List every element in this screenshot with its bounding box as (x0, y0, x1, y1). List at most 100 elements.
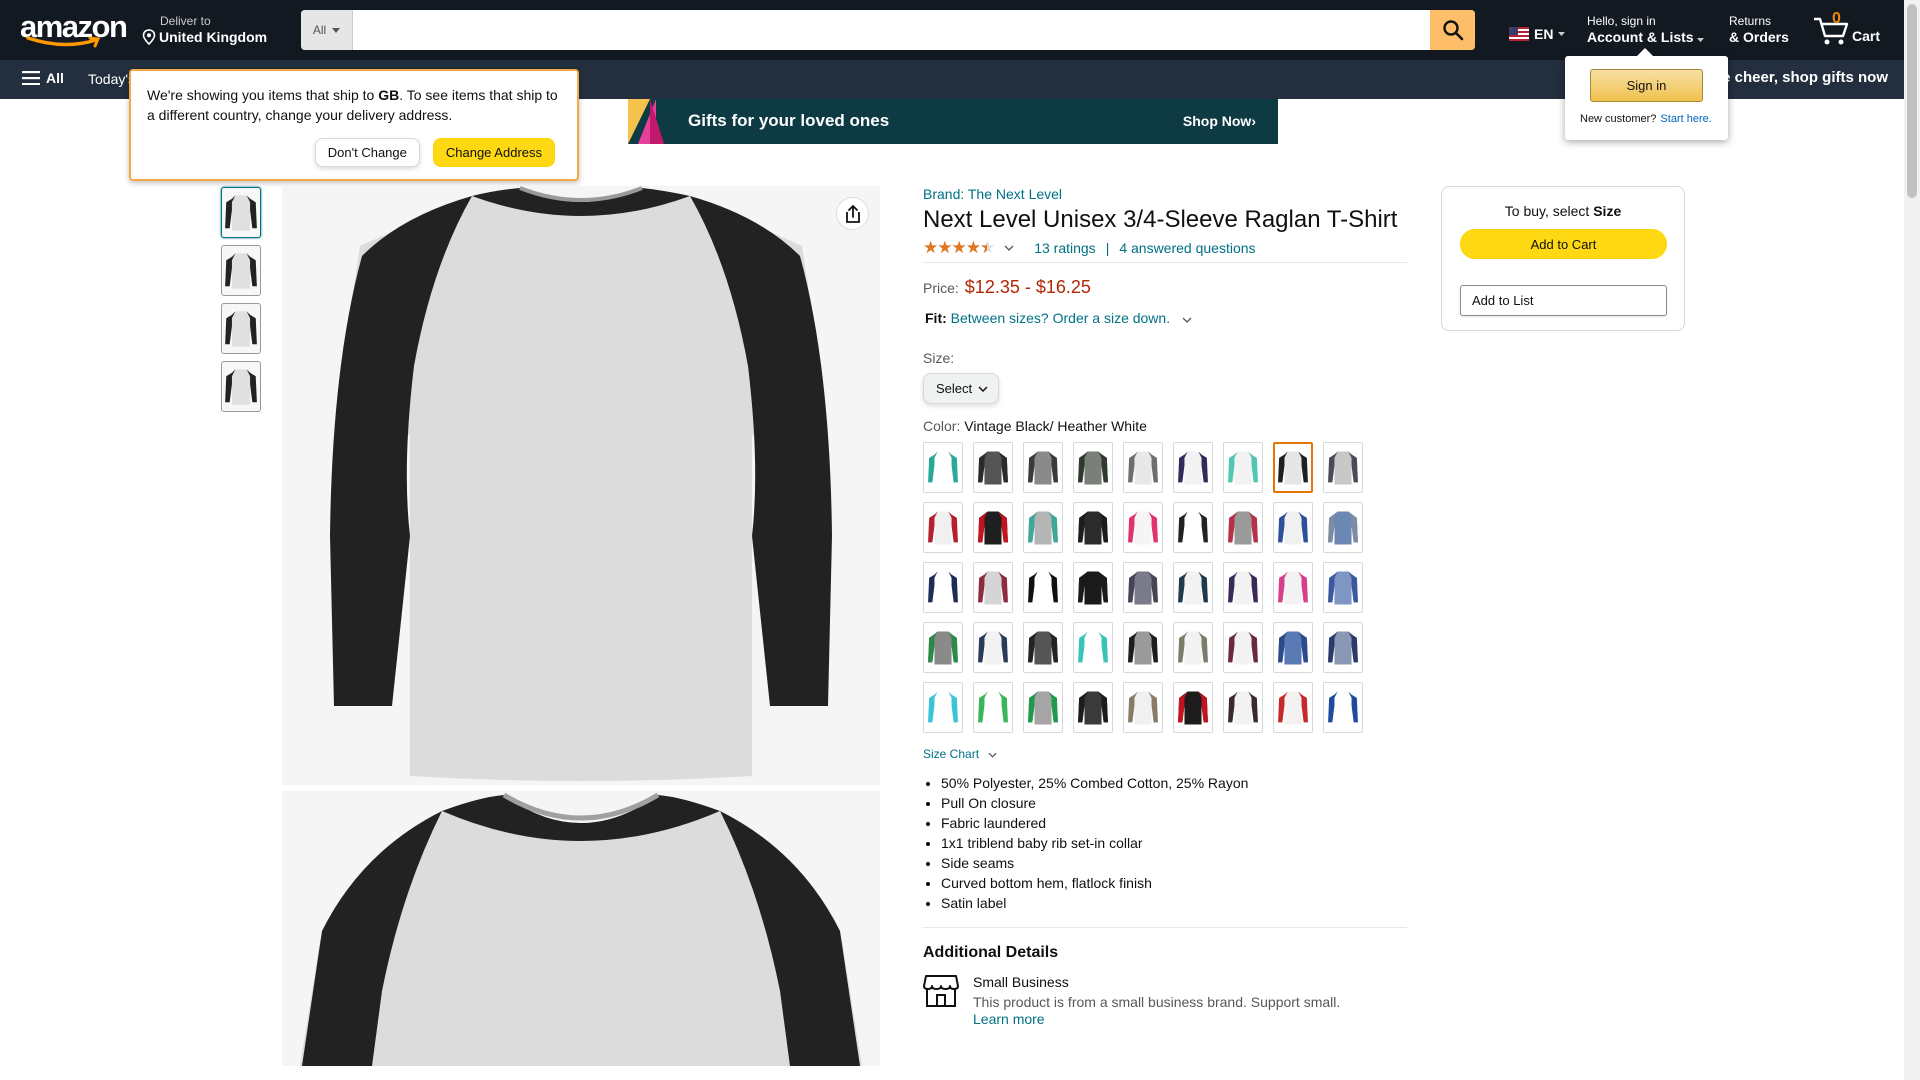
shirt-swatch-icon (1328, 510, 1358, 545)
share-button[interactable] (836, 197, 869, 230)
color-swatch[interactable] (1323, 562, 1363, 613)
color-swatch[interactable] (1173, 622, 1213, 673)
color-swatch[interactable] (973, 682, 1013, 733)
color-swatch[interactable] (1123, 502, 1163, 553)
scrollbar-thumb[interactable] (1907, 4, 1917, 198)
shirt-swatch-icon (1078, 570, 1108, 605)
nav-promo-link[interactable]: e cheer, shop gifts now (1722, 69, 1888, 86)
account-label: Account & Lists (1587, 29, 1694, 45)
color-swatch[interactable] (1273, 502, 1313, 553)
thumbnail[interactable] (221, 187, 261, 238)
caret-down-icon (332, 27, 341, 33)
thumbnail[interactable] (221, 245, 261, 296)
color-swatch[interactable] (1123, 442, 1163, 493)
color-swatch[interactable] (973, 502, 1013, 553)
divider (923, 927, 1407, 928)
search-input[interactable] (353, 10, 1430, 50)
deliver-to[interactable]: Deliver to United Kingdom (142, 14, 267, 46)
cart-label: Cart (1852, 28, 1881, 44)
secondary-product-image[interactable] (282, 791, 880, 1066)
feature-bullets: 50% Polyester, 25% Combed Cotton, 25% Ra… (923, 773, 1407, 913)
search-button[interactable] (1430, 10, 1475, 50)
promo-banner[interactable]: Gifts for your loved ones Shop Now› (628, 99, 1278, 144)
thumbnail[interactable] (221, 303, 261, 354)
color-swatch[interactable] (923, 442, 963, 493)
price-value: $12.35 - $16.25 (964, 277, 1091, 297)
color-swatch[interactable] (1073, 562, 1113, 613)
color-swatch[interactable] (1173, 682, 1213, 733)
popover-message: We're showing you items that ship to GB.… (147, 85, 561, 125)
signin-button[interactable]: Sign in (1590, 69, 1703, 102)
color-swatch[interactable] (1123, 562, 1163, 613)
color-swatch[interactable] (923, 562, 963, 613)
add-to-list-button[interactable]: Add to List (1460, 285, 1667, 316)
small-business-badge: Small Business This product is from a sm… (923, 974, 1407, 1027)
color-swatch[interactable] (1273, 622, 1313, 673)
color-swatch[interactable] (1323, 442, 1363, 493)
all-menu-button[interactable]: All (22, 70, 64, 86)
main-product-image[interactable] (282, 186, 880, 785)
color-swatch[interactable] (1173, 562, 1213, 613)
color-swatch[interactable] (923, 622, 963, 673)
size-chart-link[interactable]: Size Chart (923, 747, 1407, 761)
shirt-swatch-icon (1278, 570, 1308, 605)
fit-recommendation-link[interactable]: Between sizes? Order a size down. (951, 310, 1170, 326)
color-swatch[interactable] (1073, 622, 1113, 673)
color-swatch[interactable] (1023, 682, 1063, 733)
color-swatch[interactable] (1323, 502, 1363, 553)
color-swatch[interactable] (1223, 442, 1263, 493)
color-swatch[interactable] (1273, 562, 1313, 613)
color-swatch[interactable] (1023, 622, 1063, 673)
color-swatch[interactable] (923, 682, 963, 733)
color-swatch[interactable] (1023, 562, 1063, 613)
questions-link[interactable]: 4 answered questions (1119, 240, 1255, 256)
shirt-swatch-icon (1178, 570, 1208, 605)
amazon-logo[interactable]: amazon (20, 11, 128, 48)
color-swatch[interactable] (923, 502, 963, 553)
color-swatch[interactable] (1023, 442, 1063, 493)
color-swatch[interactable] (1123, 682, 1163, 733)
add-to-cart-button[interactable]: Add to Cart (1460, 229, 1667, 259)
color-swatch[interactable] (1223, 682, 1263, 733)
dont-change-button[interactable]: Don't Change (314, 138, 420, 167)
color-swatch[interactable] (1223, 562, 1263, 613)
color-swatch[interactable] (1273, 682, 1313, 733)
language-selector[interactable]: EN (1509, 26, 1566, 42)
color-swatch[interactable] (1073, 442, 1113, 493)
brand-link[interactable]: Brand: The Next Level (923, 186, 1407, 202)
chevron-down-icon[interactable] (1182, 317, 1192, 323)
cart-button[interactable]: 0 Cart (1812, 10, 1892, 50)
account-lists[interactable]: Hello, sign in Account & Lists (1587, 14, 1705, 46)
color-swatch[interactable] (1173, 442, 1213, 493)
color-swatch[interactable] (1173, 502, 1213, 553)
search-category-dropdown[interactable]: All (301, 10, 353, 50)
cart-count: 0 (1832, 10, 1841, 27)
color-swatch[interactable] (973, 562, 1013, 613)
ratings-link[interactable]: 13 ratings (1034, 240, 1095, 256)
learn-more-link[interactable]: Learn more (973, 1011, 1340, 1027)
color-swatch[interactable] (1073, 502, 1113, 553)
color-swatch[interactable] (1223, 502, 1263, 553)
color-swatch[interactable] (1223, 622, 1263, 673)
color-swatch[interactable] (1323, 622, 1363, 673)
thumbnail[interactable] (221, 361, 261, 412)
change-address-button[interactable]: Change Address (432, 138, 555, 167)
page-scrollbar[interactable] (1904, 0, 1920, 1080)
color-swatch[interactable] (1023, 502, 1063, 553)
color-swatch[interactable] (973, 622, 1013, 673)
shirt-swatch-icon (1078, 450, 1108, 485)
buybox-title-bold: Size (1593, 203, 1622, 219)
separator: | (1105, 240, 1110, 256)
color-swatch[interactable] (1273, 442, 1313, 493)
size-dropdown[interactable]: Select (923, 373, 999, 404)
color-swatch[interactable] (1123, 622, 1163, 673)
start-here-link[interactable]: Start here. (1660, 113, 1711, 125)
shirt-swatch-icon (978, 450, 1008, 485)
color-swatch[interactable] (1073, 682, 1113, 733)
star-rating[interactable]: ★★★★★ ★★★★★ (923, 238, 995, 258)
color-swatch[interactable] (973, 442, 1013, 493)
chevron-down-icon[interactable] (1004, 245, 1014, 251)
color-swatch[interactable] (1323, 682, 1363, 733)
returns-orders[interactable]: Returns & Orders (1729, 14, 1789, 46)
nav-todays-deals[interactable]: Today's (88, 71, 135, 87)
